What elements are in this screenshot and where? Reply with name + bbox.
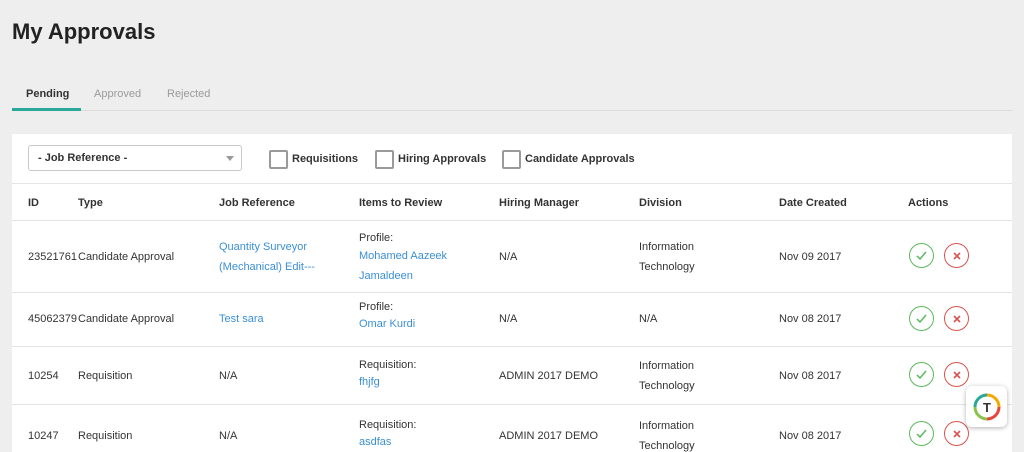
tab-rejected[interactable]: Rejected — [167, 88, 210, 100]
table-row: 45062379 Candidate Approval Test sara Pr… — [12, 293, 1012, 347]
requisition-link[interactable]: fhjfg — [359, 374, 416, 391]
division-line-1: Information — [639, 420, 695, 432]
row-date-created: Nov 09 2017 — [779, 251, 842, 263]
x-icon — [952, 314, 961, 323]
row-division: Information Technology — [639, 237, 695, 277]
approvals-card: - Job Reference - Requisitions Hiring Ap… — [12, 134, 1012, 452]
tab-approved[interactable]: Approved — [94, 88, 141, 100]
row-type: Candidate Approval — [78, 251, 175, 263]
row-hiring-manager: ADMIN 2017 DEMO — [499, 370, 599, 382]
column-header-date-created: Date Created — [779, 197, 847, 209]
table-row: 10254 Requisition N/A Requisition: fhjfg… — [12, 347, 1012, 405]
requisitions-checkbox[interactable] — [269, 149, 288, 169]
reject-button[interactable] — [944, 306, 969, 331]
approve-button[interactable] — [909, 306, 934, 331]
x-icon — [952, 251, 961, 260]
row-items-to-review: Profile: Omar Kurdi — [359, 299, 415, 333]
profile-link[interactable]: Omar Kurdi — [359, 316, 415, 333]
row-type: Candidate Approval — [78, 313, 175, 325]
row-id: 45062379 — [28, 313, 77, 325]
filter-bar: - Job Reference - Requisitions Hiring Ap… — [12, 134, 1012, 184]
approve-button[interactable] — [909, 362, 934, 387]
widget-letter: T — [983, 400, 991, 415]
row-items-to-review: Requisition: asdfas — [359, 417, 416, 451]
requisitions-filter[interactable]: Requisitions — [269, 149, 358, 169]
x-icon — [952, 429, 961, 438]
column-header-type: Type — [78, 197, 103, 209]
job-reference-link[interactable]: Test sara — [219, 309, 264, 329]
reject-button[interactable] — [944, 243, 969, 268]
approve-button[interactable] — [909, 421, 934, 446]
chat-widget-button[interactable]: T — [966, 386, 1007, 427]
division-line-1: Information — [639, 241, 695, 253]
row-date-created: Nov 08 2017 — [779, 313, 842, 325]
division-line-2: Technology — [639, 440, 695, 452]
column-header-items-to-review: Items to Review — [359, 197, 443, 209]
hiring-approvals-checkbox-label: Hiring Approvals — [398, 153, 487, 165]
candidate-approvals-checkbox[interactable] — [502, 149, 521, 169]
check-icon — [916, 429, 927, 439]
requisition-link[interactable]: asdfas — [359, 434, 416, 451]
check-icon — [916, 314, 927, 324]
job-reference-link[interactable]: Quantity Surveyor — [219, 237, 315, 257]
row-type: Requisition — [78, 370, 133, 382]
approve-button[interactable] — [909, 243, 934, 268]
tab-bar: Pending Approved Rejected — [12, 78, 1012, 111]
table-row: 10247 Requisition N/A Requisition: asdfa… — [12, 405, 1012, 452]
division-line-2: Technology — [639, 261, 695, 273]
column-header-job-reference: Job Reference — [219, 197, 295, 209]
row-items-to-review: Requisition: fhjfg — [359, 357, 416, 391]
job-reference-link-continued[interactable]: (Mechanical) Edit--- — [219, 257, 315, 277]
row-id: 23521761 — [28, 251, 77, 263]
hiring-approvals-checkbox[interactable] — [375, 149, 394, 169]
division-line-2: Technology — [639, 380, 695, 392]
row-division: Information Technology — [639, 416, 695, 452]
widget-logo-icon: T — [973, 393, 1000, 420]
check-icon — [916, 251, 927, 261]
row-division: N/A — [639, 313, 658, 325]
row-date-created: Nov 08 2017 — [779, 430, 842, 442]
row-division: Information Technology — [639, 356, 695, 396]
item-label: Requisition: — [359, 359, 417, 371]
profile-link[interactable]: Mohamed Aazeek — [359, 248, 447, 265]
row-id: 10247 — [28, 430, 59, 442]
reject-button[interactable] — [944, 421, 969, 446]
row-id: 10254 — [28, 370, 59, 382]
row-job-reference: N/A — [219, 430, 238, 442]
row-hiring-manager: ADMIN 2017 DEMO — [499, 430, 599, 442]
row-job-reference: N/A — [219, 370, 238, 382]
table-row: 23521761 Candidate Approval Quantity Sur… — [12, 221, 1012, 293]
row-hiring-manager: N/A — [499, 251, 518, 263]
hiring-approvals-filter[interactable]: Hiring Approvals — [375, 149, 486, 169]
job-reference-select-value: - Job Reference - — [38, 152, 128, 164]
column-header-id: ID — [28, 197, 39, 209]
row-hiring-manager: N/A — [499, 313, 518, 325]
chevron-down-icon — [226, 156, 234, 161]
requisitions-checkbox-label: Requisitions — [292, 153, 359, 165]
active-tab-indicator — [12, 108, 81, 111]
candidate-approvals-checkbox-label: Candidate Approvals — [525, 153, 635, 165]
row-items-to-review: Profile: Mohamed Aazeek Jamaldeen — [359, 228, 447, 287]
row-type: Requisition — [78, 430, 133, 442]
row-job-reference: Quantity Surveyor (Mechanical) Edit--- — [219, 237, 315, 277]
item-label: Requisition: — [359, 419, 417, 431]
x-icon — [952, 370, 961, 379]
column-header-actions: Actions — [908, 197, 949, 209]
profile-link-continued[interactable]: Jamaldeen — [359, 265, 447, 287]
job-reference-select[interactable]: - Job Reference - — [28, 145, 242, 171]
item-label: Profile: — [359, 232, 394, 244]
column-header-hiring-manager: Hiring Manager — [499, 197, 580, 209]
check-icon — [916, 370, 927, 380]
page-title: My Approvals — [12, 19, 156, 44]
tab-pending[interactable]: Pending — [26, 88, 69, 100]
reject-button[interactable] — [944, 362, 969, 387]
item-label: Profile: — [359, 301, 394, 313]
division-line-1: Information — [639, 360, 695, 372]
candidate-approvals-filter[interactable]: Candidate Approvals — [502, 149, 635, 169]
row-date-created: Nov 08 2017 — [779, 370, 842, 382]
column-header-division: Division — [639, 197, 682, 209]
